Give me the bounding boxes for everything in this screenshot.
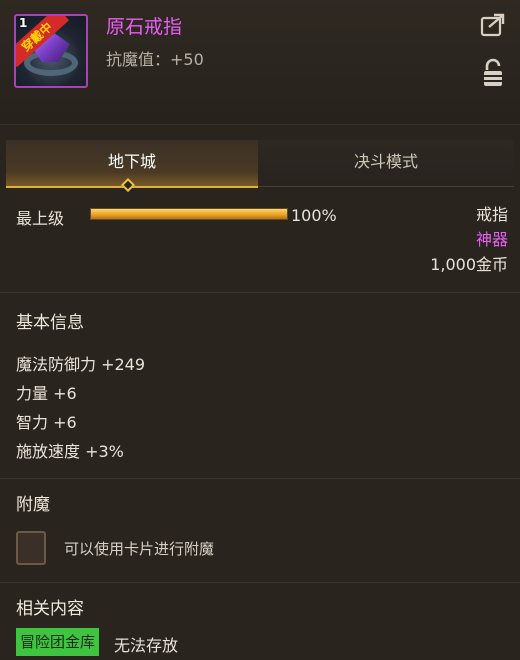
grade-percent: 100%: [291, 206, 337, 225]
divider: [0, 478, 520, 479]
stat-intelligence: 智力 +6: [16, 413, 77, 432]
share-icon[interactable]: [480, 12, 506, 38]
related-title: 相关内容: [16, 599, 84, 619]
item-summary: 戒指 神器 1,000金币: [430, 202, 508, 277]
item-price: 1,000金币: [430, 255, 508, 274]
stat-list: 魔法防御力 +249 力量 +6 智力 +6 施放速度 +3%: [16, 350, 145, 466]
basic-info-title: 基本信息: [16, 313, 84, 333]
grade-progress-bar: [90, 208, 288, 220]
enchant-title: 附魔: [16, 495, 50, 515]
tab-pvp[interactable]: 决斗模式: [258, 140, 514, 187]
item-name: 原石戒指: [106, 16, 183, 38]
lock-icon[interactable]: [482, 58, 504, 88]
enchant-hint: 可以使用卡片进行附魔: [64, 540, 215, 558]
grade-progress-fill: [91, 209, 287, 219]
divider: [0, 292, 520, 293]
mode-tabs: 地下城 决斗模式: [0, 140, 520, 188]
stat-cast-speed: 施放速度 +3%: [16, 442, 124, 461]
divider: [0, 582, 520, 583]
adventure-vault-badge: 冒险团金库: [16, 628, 100, 656]
tab-dungeon[interactable]: 地下城: [6, 140, 258, 188]
item-type: 戒指: [475, 205, 508, 224]
enchant-card-slot[interactable]: [16, 531, 46, 565]
stat-magic-defense: 魔法防御力 +249: [16, 355, 146, 374]
item-magic-resist: 抗魔值：+50: [106, 50, 204, 69]
grade-label: 最上级: [16, 209, 65, 228]
item-level-badge: 1: [19, 16, 28, 30]
ring-item-icon[interactable]: 穿戴中 1: [14, 14, 88, 88]
storage-status: 无法存放: [114, 636, 179, 655]
stat-strength: 力量 +6: [16, 384, 77, 403]
item-rarity: 神器: [475, 230, 508, 249]
item-header: 穿戴中 1 原石戒指 抗魔值：+50: [0, 0, 520, 125]
